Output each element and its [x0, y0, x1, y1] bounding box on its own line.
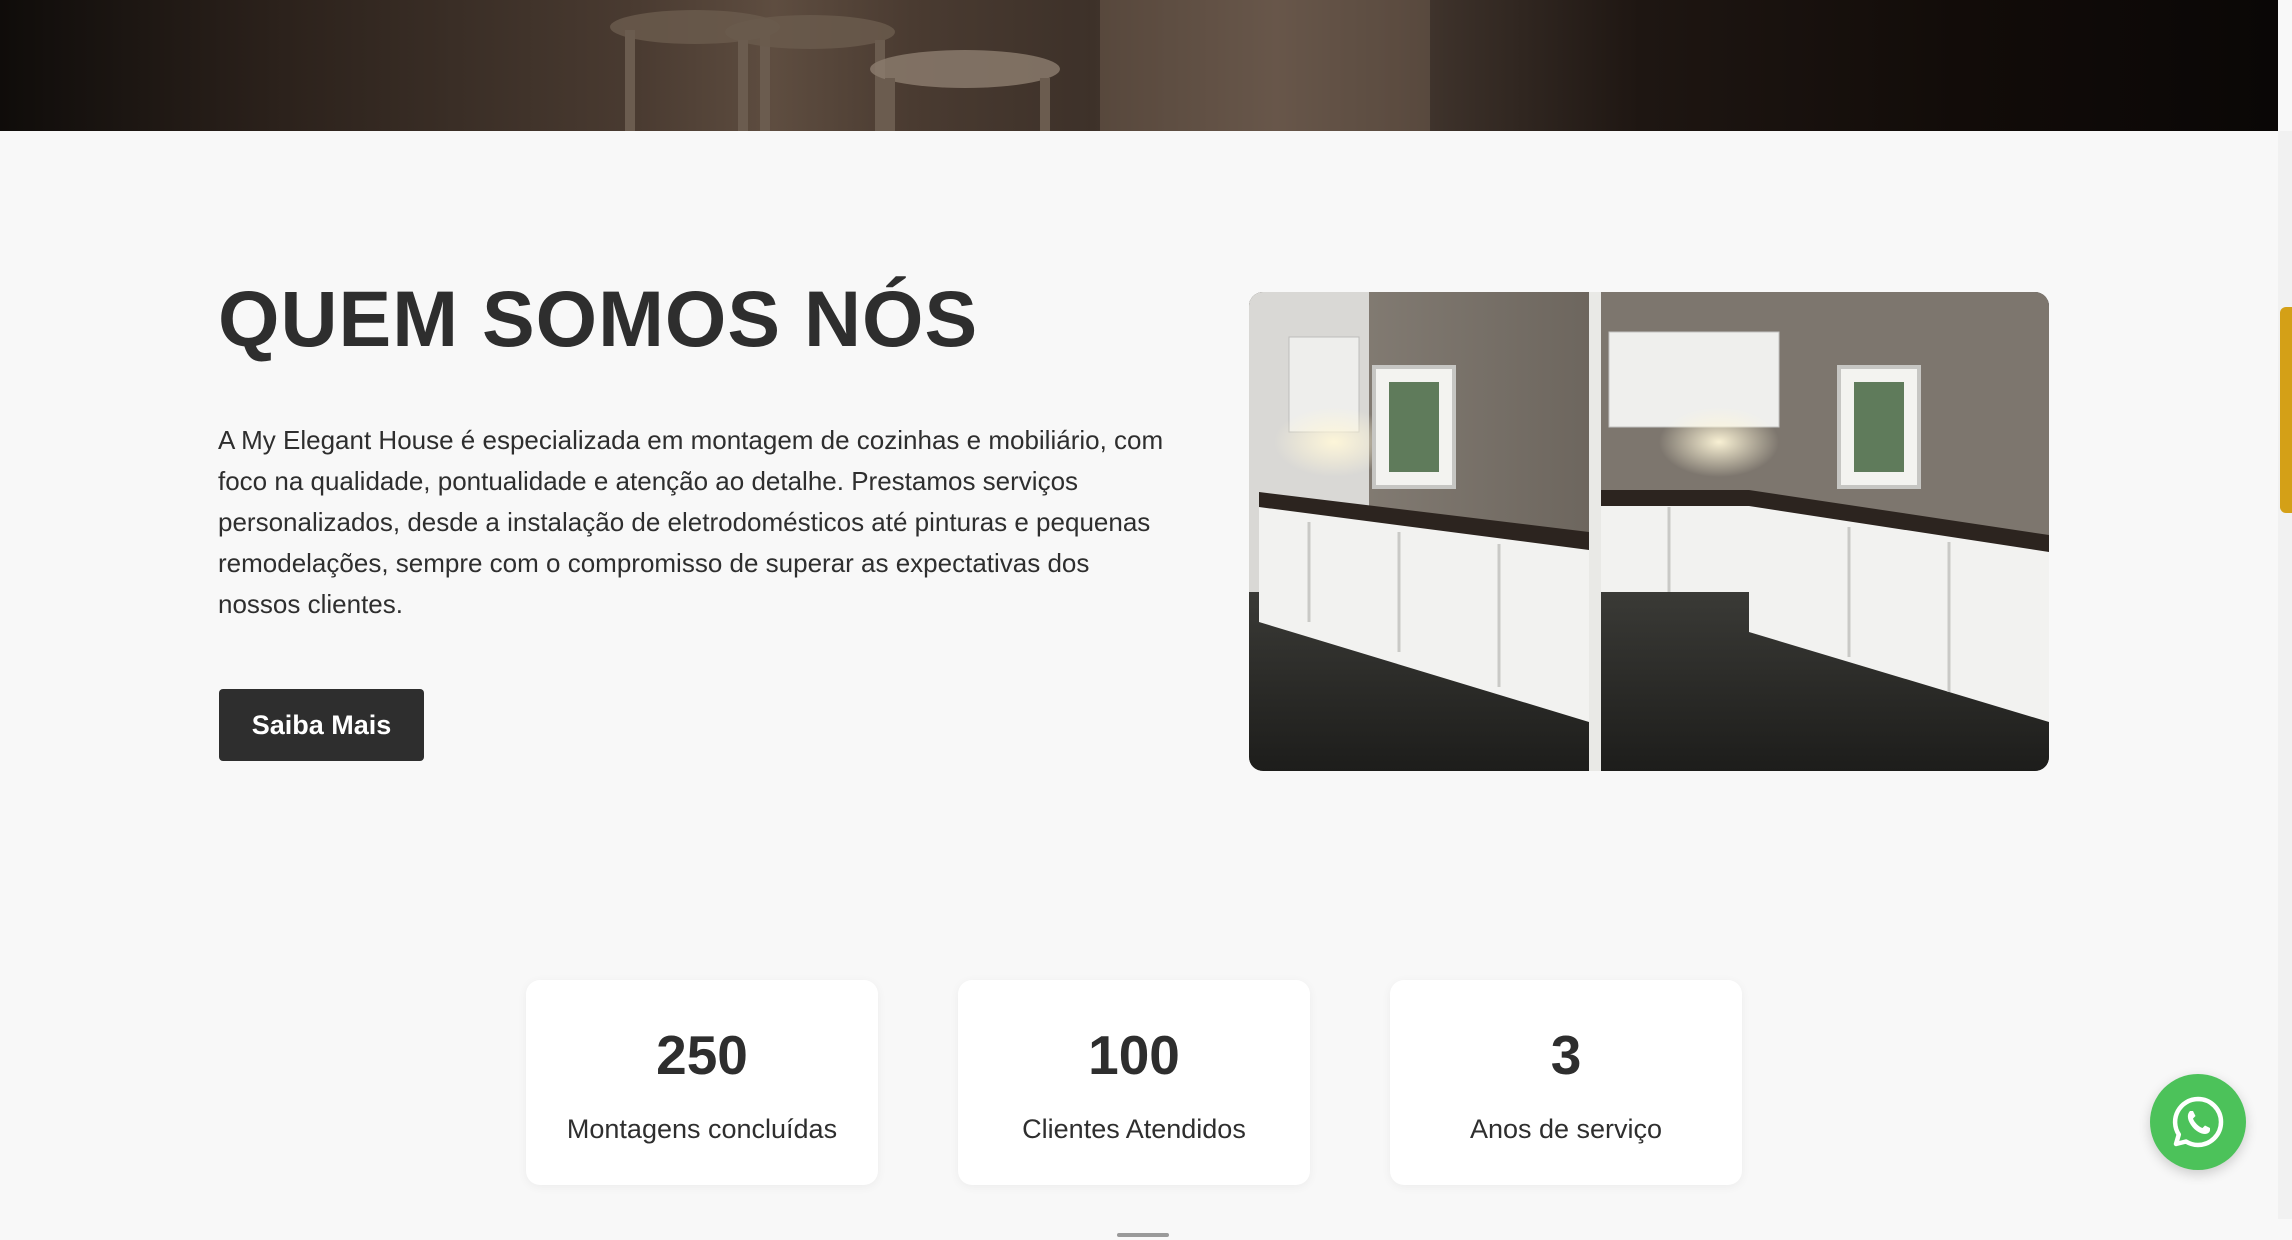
stat-label: Anos de serviço: [1469, 1114, 1663, 1144]
stat-card-years: 3 Anos de serviço: [1390, 980, 1742, 1185]
stat-value: 250: [656, 1024, 748, 1086]
stat-card-assemblies: 250 Montagens concluídas: [526, 980, 878, 1185]
hero-background-image: [0, 0, 2278, 131]
stat-value: 3: [1550, 1024, 1582, 1086]
kitchen-photo-illustration: [1249, 292, 2049, 771]
learn-more-button[interactable]: Saiba Mais: [219, 689, 424, 761]
page-scrollbar[interactable]: [2278, 131, 2292, 1219]
stat-value: 100: [1088, 1024, 1180, 1086]
whatsapp-chat-button[interactable]: [2150, 1074, 2246, 1170]
about-title: QUEM SOMOS NÓS: [218, 274, 979, 363]
kitchen-photo: [1249, 292, 2049, 771]
scrollbar-thumb[interactable]: [2280, 307, 2292, 513]
stat-label: Montagens concluídas: [566, 1114, 838, 1144]
whatsapp-icon: [2172, 1096, 2224, 1148]
stat-card-clients: 100 Clientes Atendidos: [958, 980, 1310, 1185]
section-indicator: [1117, 1233, 1169, 1237]
stat-label: Clientes Atendidos: [1022, 1114, 1246, 1144]
about-description: A My Elegant House é especializada em mo…: [218, 425, 1164, 619]
